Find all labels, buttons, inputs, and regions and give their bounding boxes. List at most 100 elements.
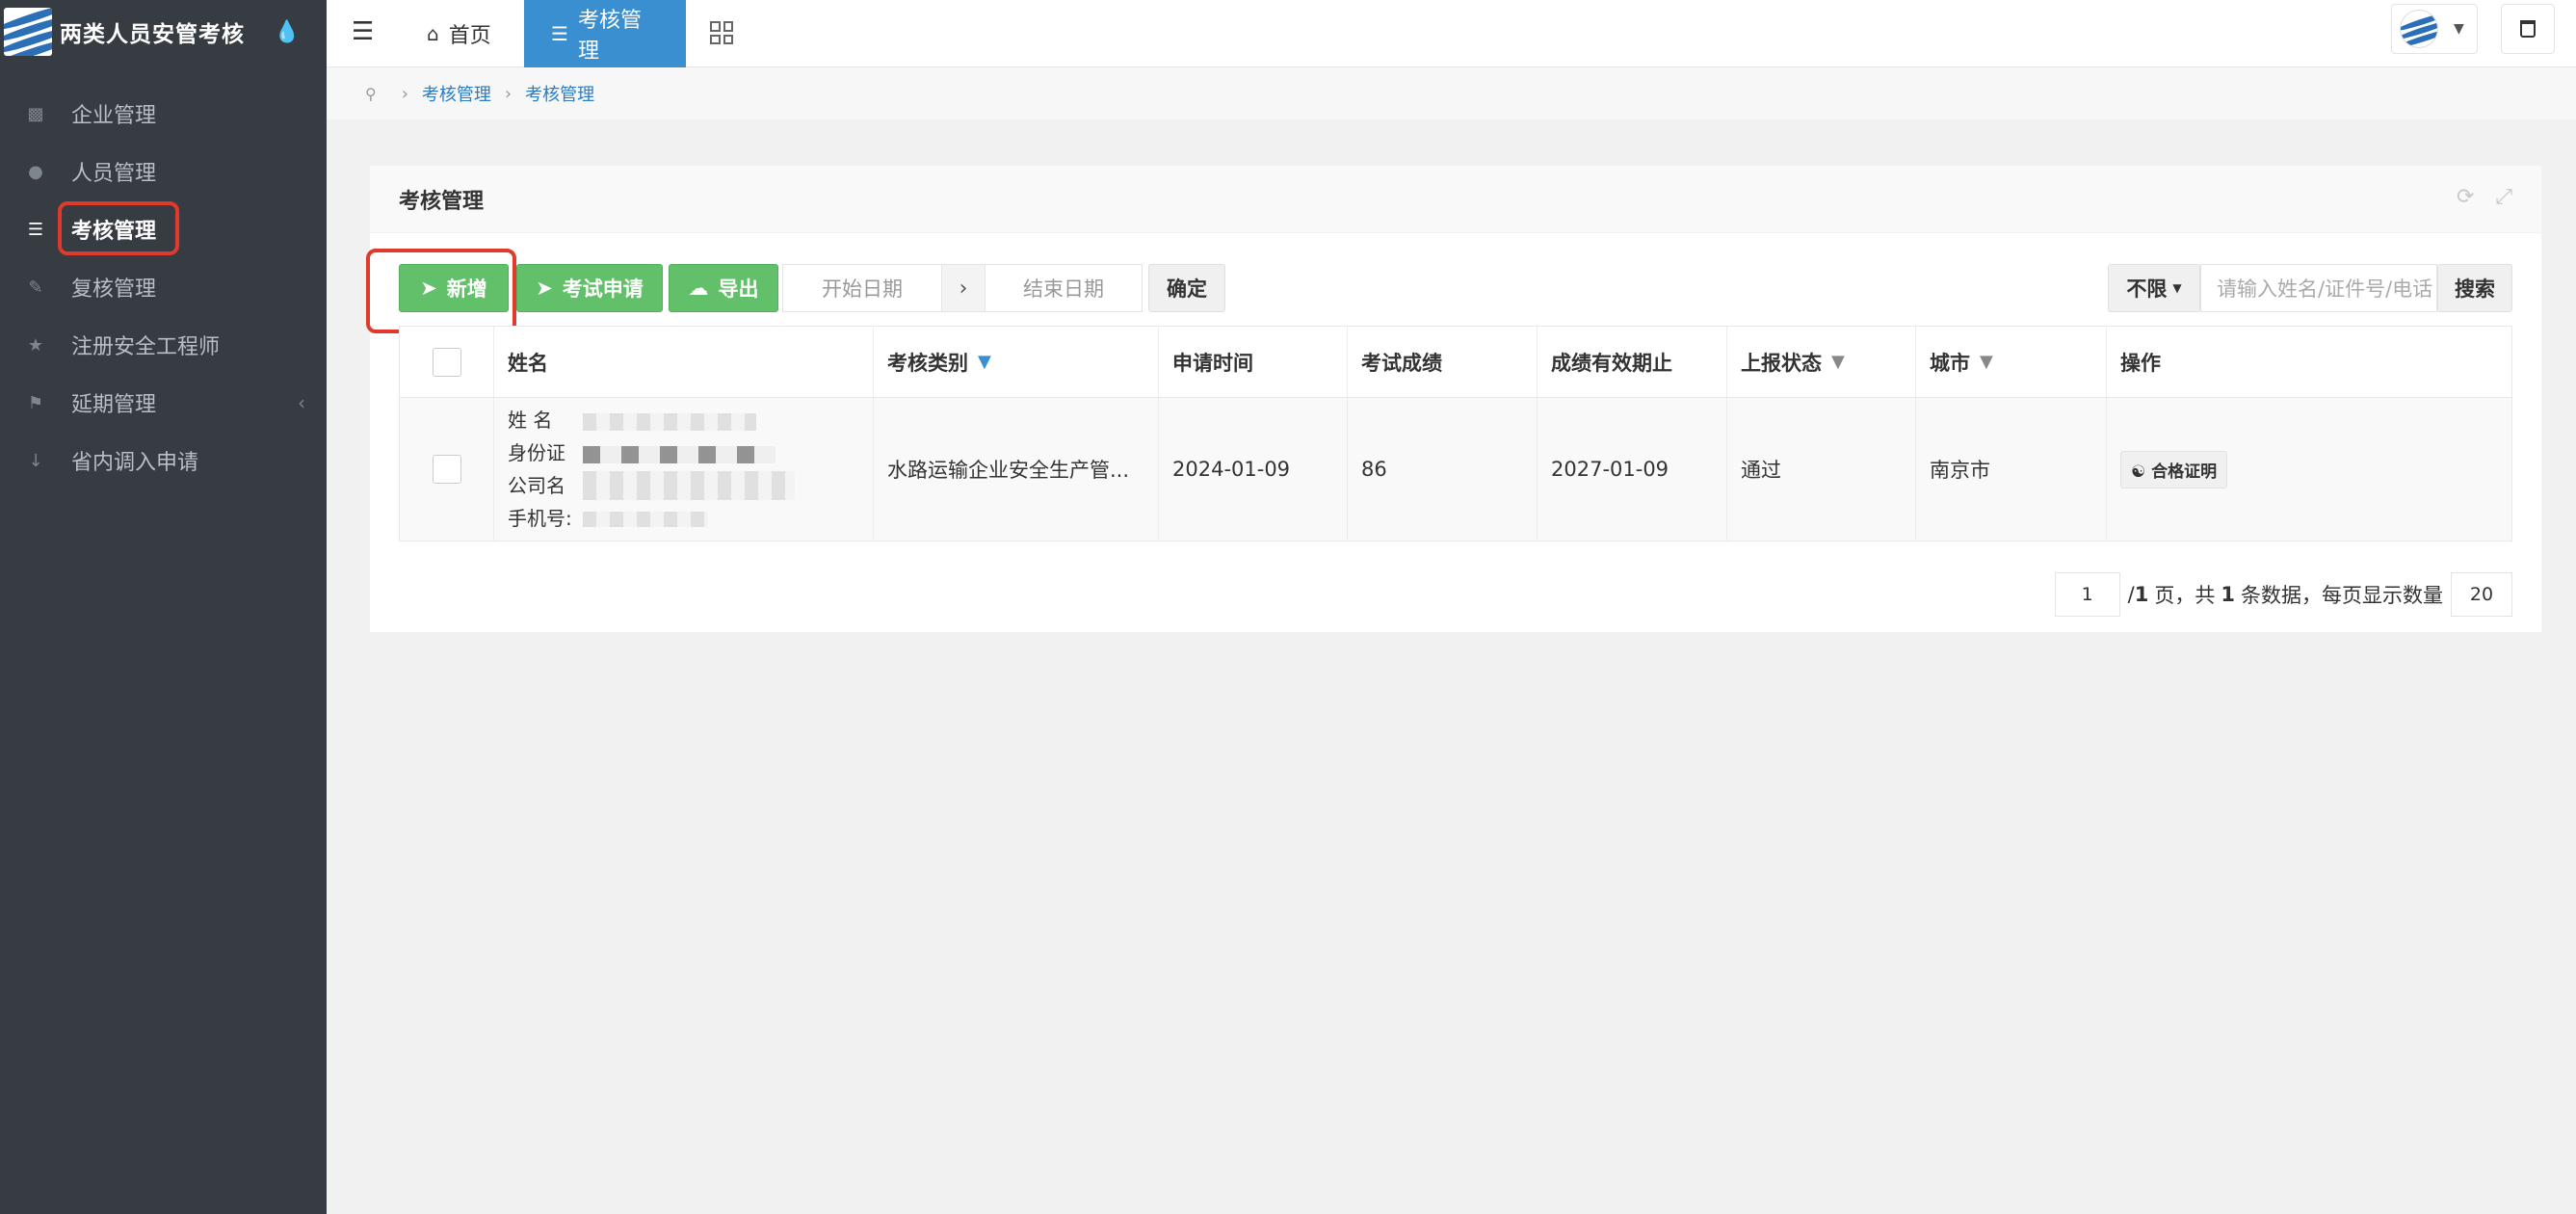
table-header: 姓名 考核类别 ▼ 申请时间 考试成绩 成绩有效期止 上报状态 ▼ 城市 ▼ 操… bbox=[400, 327, 2511, 398]
sidebar-item-enterprise[interactable]: ▩ 企业管理 bbox=[0, 85, 327, 143]
tab-home[interactable]: ⌂ 首页 bbox=[400, 0, 518, 67]
stamp-icon: ✎ bbox=[28, 277, 43, 298]
search-placeholder: 请输入姓名/证件号/电话 bbox=[2217, 277, 2433, 301]
select-all-cell bbox=[400, 327, 494, 397]
assessment-panel: 考核管理 ⟳ ⤢ ➤ 新增 ➤ 考试申请 ☁ 导出 开始日期 › 结束日期 确定… bbox=[366, 166, 2541, 632]
page-input[interactable]: 1 bbox=[2054, 572, 2120, 617]
highlight-box-add bbox=[366, 249, 516, 333]
end-date-input[interactable]: 结束日期 bbox=[985, 264, 1143, 312]
cell-category: 水路运输企业安全生产管... bbox=[874, 398, 1159, 541]
certificate-button[interactable]: ☯ 合格证明 bbox=[2120, 450, 2228, 488]
company-label: 公司名 bbox=[508, 474, 565, 497]
search-input[interactable]: 请输入姓名/证件号/电话 bbox=[2200, 264, 2437, 312]
sidebar-item-safety-engineer[interactable]: ★ 注册安全工程师 bbox=[0, 316, 327, 374]
header-city-label: 城市 bbox=[1930, 351, 1970, 375]
breadcrumb-link[interactable]: 考核管理 bbox=[525, 81, 594, 106]
export-button[interactable]: ☁ 导出 bbox=[669, 264, 778, 312]
export-label: 导出 bbox=[718, 277, 759, 301]
filter-icon[interactable]: ▼ bbox=[978, 352, 991, 372]
filter-select-value: 不限 bbox=[2126, 277, 2168, 301]
trophy-icon: ★ bbox=[27, 334, 44, 356]
header-city[interactable]: 城市 ▼ bbox=[1916, 327, 2107, 397]
cell-actions: ☯ 合格证明 bbox=[2107, 398, 2511, 541]
sidebar-nav: ▩ 企业管理 ● 人员管理 ☰ 考核管理 ✎ 复核管理 ★ 注册安全工程师 ⚑ … bbox=[0, 85, 327, 489]
breadcrumb: ⚲ › 考核管理 › 考核管理 bbox=[327, 67, 2576, 119]
header-name[interactable]: 姓名 bbox=[494, 327, 874, 397]
user-icon: ● bbox=[28, 161, 43, 182]
highlight-box-sidebar bbox=[58, 201, 179, 255]
name-block: 姓 名 身份证 公司名 手机号: bbox=[508, 404, 795, 535]
records-text: 条数据，每页显示数量 bbox=[2241, 584, 2443, 607]
redacted-phone bbox=[583, 512, 708, 527]
end-date-placeholder: 结束日期 bbox=[1023, 277, 1104, 301]
start-date-input[interactable]: 开始日期 bbox=[782, 264, 942, 312]
pagination: 1 / 1 页，共 1 条数据，每页显示数量 20 bbox=[2054, 572, 2512, 617]
breadcrumb-link[interactable]: 考核管理 bbox=[422, 81, 491, 106]
refresh-icon[interactable]: ⟳ bbox=[2457, 185, 2474, 209]
search-label: 搜索 bbox=[2455, 277, 2495, 301]
total-records: 1 bbox=[2221, 583, 2235, 606]
cell-apply-date: 2024-01-09 bbox=[1159, 398, 1348, 541]
caret-down-icon: ▼ bbox=[2172, 281, 2182, 295]
header-score[interactable]: 考试成绩 bbox=[1348, 327, 1538, 397]
tab-label: 首页 bbox=[448, 24, 491, 48]
clear-cache-button[interactable] bbox=[2501, 4, 2555, 54]
grid-icon[interactable] bbox=[710, 21, 733, 44]
sidebar-item-label: 延期管理 bbox=[71, 393, 157, 417]
fullscreen-icon[interactable]: ⤢ bbox=[2495, 185, 2512, 209]
location-pin-icon: ⚲ bbox=[365, 84, 377, 103]
sidebar-item-label: 人员管理 bbox=[71, 162, 157, 186]
confirm-button[interactable]: 确定 bbox=[1148, 264, 1225, 312]
theme-drop-icon[interactable]: 💧 bbox=[274, 20, 300, 44]
total-pages: 1 bbox=[2134, 583, 2149, 606]
redacted-company bbox=[583, 471, 795, 500]
sidebar-item-review[interactable]: ✎ 复核管理 bbox=[0, 258, 327, 316]
header-status-label: 上报状态 bbox=[1741, 351, 1822, 375]
list-icon: ☰ bbox=[27, 219, 44, 240]
sidebar-item-personnel[interactable]: ● 人员管理 bbox=[0, 143, 327, 200]
user-menu-button[interactable]: ▼ bbox=[2391, 4, 2478, 54]
header-valid-until[interactable]: 成绩有效期止 bbox=[1538, 327, 1727, 397]
header-category[interactable]: 考核类别 ▼ bbox=[874, 327, 1159, 397]
page-size-input[interactable]: 20 bbox=[2451, 572, 2512, 617]
tab-label: 考核管理 bbox=[577, 9, 642, 64]
page-separator: / bbox=[2127, 583, 2135, 606]
home-icon: ⌂ bbox=[427, 22, 439, 45]
assessment-table: 姓名 考核类别 ▼ 申请时间 考试成绩 成绩有效期止 上报状态 ▼ 城市 ▼ 操… bbox=[399, 326, 2512, 541]
filter-select[interactable]: 不限 ▼ bbox=[2108, 264, 2200, 312]
table-row: 姓 名 身份证 公司名 手机号: 水路运输企业安全生产管... 2024-01-… bbox=[400, 398, 2511, 541]
select-all-checkbox[interactable] bbox=[432, 347, 461, 377]
exam-apply-button[interactable]: ➤ 考试申请 bbox=[516, 264, 663, 312]
filter-icon[interactable]: ▼ bbox=[1831, 352, 1845, 372]
sidebar-item-transfer[interactable]: ↓ 省内调入申请 bbox=[0, 432, 327, 489]
menu-toggle-icon[interactable]: ☰ bbox=[352, 17, 374, 46]
certificate-label: 合格证明 bbox=[2151, 462, 2218, 482]
arrow-down-icon: ↓ bbox=[28, 450, 43, 471]
header-apply-date[interactable]: 申请时间 bbox=[1159, 327, 1348, 397]
caret-down-icon: ▼ bbox=[2454, 21, 2464, 37]
cell-status: 通过 bbox=[1727, 398, 1916, 541]
cell-city: 南京市 bbox=[1916, 398, 2107, 541]
tab-assessment[interactable]: ☰ 考核管理 bbox=[524, 0, 686, 67]
sidebar-item-label: 省内调入申请 bbox=[71, 451, 199, 475]
redacted-id bbox=[583, 446, 775, 463]
row-checkbox[interactable] bbox=[432, 455, 461, 484]
breadcrumb-separator: › bbox=[401, 83, 408, 104]
breadcrumb-separator: › bbox=[504, 83, 513, 104]
phone-label: 手机号: bbox=[508, 507, 572, 530]
apply-label: 考试申请 bbox=[562, 277, 644, 301]
header-category-label: 考核类别 bbox=[887, 351, 968, 375]
header-status[interactable]: 上报状态 ▼ bbox=[1727, 327, 1916, 397]
search-button[interactable]: 搜索 bbox=[2437, 264, 2512, 312]
row-select-cell bbox=[400, 398, 494, 541]
sidebar-item-label: 企业管理 bbox=[71, 104, 157, 128]
cell-score: 86 bbox=[1348, 398, 1538, 541]
sidebar-item-extension[interactable]: ⚑ 延期管理 ‹ bbox=[0, 374, 327, 432]
panel-title: 考核管理 bbox=[370, 166, 2541, 233]
redacted-name bbox=[583, 413, 756, 431]
brand: 两类人员安管考核 💧 bbox=[0, 0, 327, 64]
cloud-download-icon: ☁ bbox=[688, 277, 709, 300]
chevron-left-icon: ‹ bbox=[298, 391, 305, 414]
sitemap-icon: ▩ bbox=[27, 103, 44, 124]
filter-icon[interactable]: ▼ bbox=[1980, 352, 1993, 372]
